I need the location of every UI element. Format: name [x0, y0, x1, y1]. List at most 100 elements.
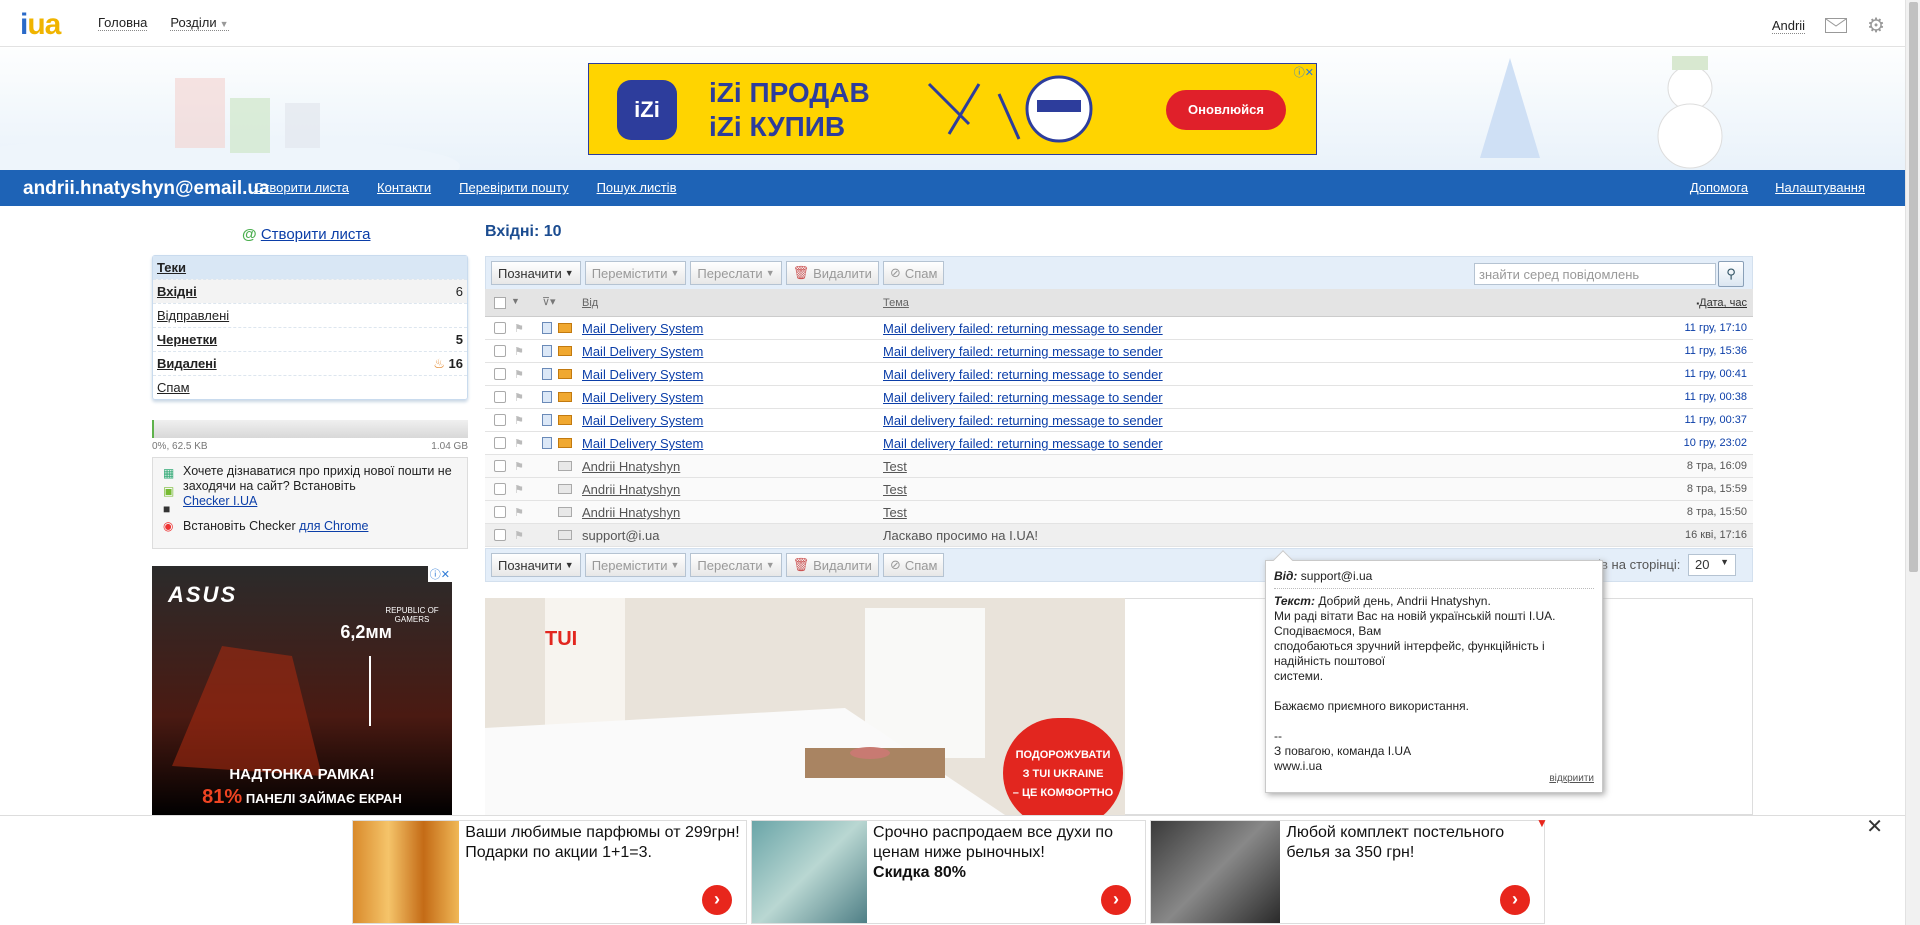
flag-icon[interactable]: ⚑ [514, 345, 528, 358]
row-checkbox[interactable] [494, 345, 506, 357]
folder-deleted[interactable]: Видалені ♨ 16 [153, 351, 467, 375]
folder-drafts[interactable]: Чернетки 5 [153, 327, 467, 351]
row-checkbox[interactable] [494, 414, 506, 426]
table-row[interactable]: ⚑ Andrii Hnatyshyn Test 8 тра, 16:09 [485, 455, 1753, 478]
spam-button[interactable]: ⊘ Спам [882, 261, 945, 285]
table-row[interactable]: ⚑ Mail Delivery System Mail delivery faile… [485, 317, 1753, 340]
move-button[interactable]: Перемістити ▼ [584, 553, 687, 577]
create-mail[interactable]: @ Створити листа [242, 226, 370, 243]
delete-button[interactable]: 🗑 Видалити [785, 261, 879, 285]
folder-sent[interactable]: Відправлені [153, 303, 467, 327]
help-link[interactable]: Допомога [1690, 180, 1748, 195]
ad-info-icon[interactable]: ▼ [1536, 816, 1548, 830]
ad-close-icon[interactable]: ⓘ✕ [1294, 64, 1314, 80]
mark-button[interactable]: Позначити ▼ [491, 261, 581, 285]
trash-clean-icon[interactable]: ♨ [433, 356, 445, 371]
forward-button[interactable]: Переслати ▼ [690, 261, 782, 285]
row-subject[interactable]: Mail delivery failed: returning message … [883, 344, 1163, 359]
spam-button[interactable]: ⊘ Спам [882, 553, 945, 577]
close-icon[interactable]: ✕ [1866, 814, 1883, 839]
row-from[interactable]: Mail Delivery System [582, 344, 703, 359]
row-from[interactable]: support@i.ua [582, 528, 660, 543]
row-from[interactable]: Andrii Hnatyshyn [582, 459, 680, 474]
forward-button[interactable]: Переслати ▼ [690, 553, 782, 577]
per-page-select[interactable]: 20 ▼ [1688, 554, 1736, 576]
bottom-ad-perfume[interactable]: Ваши любимые парфюмы от 299грн! Подарки … [352, 820, 747, 924]
row-checkbox[interactable] [494, 322, 506, 334]
checker-link[interactable]: Checker I.UA [183, 494, 257, 508]
table-row[interactable]: ⚑ Mail Delivery System Mail delivery faile… [485, 386, 1753, 409]
chrome-link[interactable]: для Chrome [299, 519, 368, 533]
row-checkbox[interactable] [494, 529, 506, 541]
ad-close-icon[interactable]: ⓘ✕ [427, 566, 452, 582]
nav-home[interactable]: Головна [98, 15, 148, 31]
chevron-right-icon[interactable]: › [1500, 885, 1530, 915]
row-checkbox[interactable] [494, 483, 506, 495]
nav-sections[interactable]: Розділи ▼ [170, 15, 229, 31]
folder-inbox[interactable]: Вхідні 6 [153, 279, 467, 303]
row-checkbox[interactable] [494, 460, 506, 472]
check-mail-link[interactable]: Перевірити пошту [459, 180, 568, 195]
ad-asus[interactable]: ASUS REPUBLIC OF GAMERS 6,2мм НАДТОНКА Р… [152, 566, 452, 816]
chevron-down-icon[interactable]: ▼ [511, 296, 520, 306]
row-subject[interactable]: Test [883, 505, 907, 520]
row-subject[interactable]: Test [883, 459, 907, 474]
flag-icon[interactable]: ⚑ [514, 414, 528, 427]
table-row[interactable]: ⚑ Mail Delivery System Mail delivery faile… [485, 432, 1753, 455]
flag-icon[interactable]: ⚑ [514, 322, 528, 335]
gear-icon[interactable]: ⚙ [1867, 13, 1885, 38]
folder-spam[interactable]: Спам [153, 375, 467, 399]
create-mail-button[interactable]: Створити листа [261, 226, 371, 243]
folders-title[interactable]: Теки [153, 256, 467, 279]
table-row[interactable]: ⚑ support@i.ua Ласкаво просимо на I.UA! 16 … [485, 524, 1753, 547]
flag-icon[interactable]: ⚑ [514, 460, 528, 473]
user-name[interactable]: Andrii [1771, 18, 1806, 34]
flag-icon[interactable]: ⚑ [514, 437, 528, 450]
ad-banner-izi[interactable]: iZi iZi ПРОДАВ iZi КУПИВ Оновлюйся ⓘ✕ [588, 63, 1317, 155]
flag-icon[interactable]: ⚑ [514, 529, 528, 542]
mail-icon[interactable] [1825, 18, 1848, 33]
row-checkbox[interactable] [494, 437, 506, 449]
row-from[interactable]: Mail Delivery System [582, 413, 703, 428]
col-date[interactable]: ▪Дата, час [1696, 297, 1747, 309]
contacts-link[interactable]: Контакти [377, 180, 431, 195]
settings-link[interactable]: Налаштування [1775, 180, 1865, 195]
page-scrollbar[interactable] [1905, 0, 1920, 925]
scrollbar-thumb[interactable] [1909, 2, 1918, 572]
row-from[interactable]: Andrii Hnatyshyn [582, 505, 680, 520]
row-subject[interactable]: Mail delivery failed: returning message … [883, 413, 1163, 428]
chevron-right-icon[interactable]: › [702, 885, 732, 915]
chevron-right-icon[interactable]: › [1101, 885, 1131, 915]
row-from[interactable]: Mail Delivery System [582, 367, 703, 382]
flag-icon[interactable]: ⚑ [514, 368, 528, 381]
row-subject[interactable]: Ласкаво просимо на I.UA! [883, 528, 1038, 543]
bottom-ad-bedding[interactable]: Любой комплект постельного белья за 350 … [1150, 820, 1545, 924]
col-subject[interactable]: Тема [883, 297, 909, 309]
search-button[interactable]: ⚲ [1718, 261, 1744, 287]
flag-icon[interactable]: ⚑ [514, 483, 528, 496]
mark-button[interactable]: Позначити ▼ [491, 553, 581, 577]
move-button[interactable]: Перемістити ▼ [584, 261, 687, 285]
row-from[interactable]: Mail Delivery System [582, 321, 703, 336]
filter-icon[interactable]: ⊽▾ [542, 295, 556, 308]
select-all-checkbox[interactable] [494, 297, 506, 309]
table-row[interactable]: ⚑ Mail Delivery System Mail delivery faile… [485, 409, 1753, 432]
row-from[interactable]: Mail Delivery System [582, 436, 703, 451]
table-row[interactable]: ⚑ Andrii Hnatyshyn Test 8 тра, 15:50 [485, 501, 1753, 524]
flag-icon[interactable]: ⚑ [514, 391, 528, 404]
ad-tui[interactable]: TUI ПОДОРОЖУВАТИ З TUI UKRAINE – ЦЕ КОМФОР… [485, 598, 1125, 815]
row-subject[interactable]: Mail delivery failed: returning message … [883, 390, 1163, 405]
col-from[interactable]: Від [582, 297, 598, 309]
table-row[interactable]: ⚑ Andrii Hnatyshyn Test 8 тра, 15:59 [485, 478, 1753, 501]
logo[interactable]: iua [20, 8, 61, 42]
row-checkbox[interactable] [494, 368, 506, 380]
row-from[interactable]: Mail Delivery System [582, 390, 703, 405]
flag-icon[interactable]: ⚑ [514, 506, 528, 519]
table-row[interactable]: ⚑ Mail Delivery System Mail delivery faile… [485, 363, 1753, 386]
create-mail-link[interactable]: Створити листа [254, 180, 349, 195]
row-subject[interactable]: Mail delivery failed: returning message … [883, 436, 1163, 451]
row-subject[interactable]: Mail delivery failed: returning message … [883, 367, 1163, 382]
search-input[interactable]: знайти серед повідомлень [1474, 263, 1716, 285]
delete-button[interactable]: 🗑 Видалити [785, 553, 879, 577]
table-row[interactable]: ⚑ Mail Delivery System Mail delivery faile… [485, 340, 1753, 363]
